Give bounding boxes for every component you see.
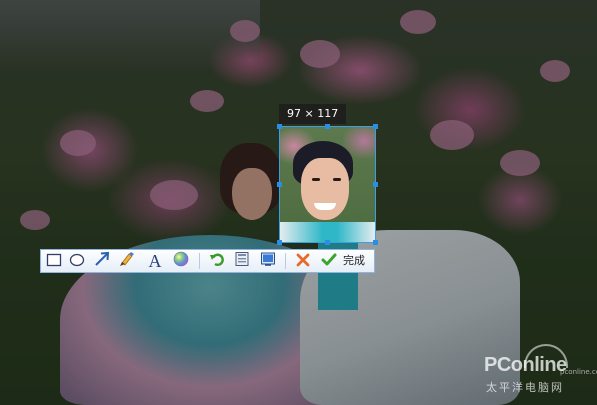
watermark-subtitle: 太平洋电脑网 <box>486 381 564 394</box>
arrow-icon <box>94 251 110 271</box>
copy-to-clipboard-icon <box>260 251 276 271</box>
text-icon: A <box>148 251 162 271</box>
undo-button[interactable] <box>207 252 227 270</box>
color-picker-icon <box>173 251 189 271</box>
color-picker-button[interactable] <box>171 251 191 271</box>
confirm-button[interactable] <box>319 252 339 270</box>
brush-tool-button[interactable] <box>117 252 137 270</box>
resize-handle-top[interactable] <box>325 124 330 129</box>
resize-handle-top-right[interactable] <box>373 124 378 129</box>
resize-handle-bottom-right[interactable] <box>373 240 378 245</box>
copy-to-clipboard-button[interactable] <box>258 252 278 270</box>
capture-toolbar: A 完成 <box>40 249 375 273</box>
pconline-watermark: PConline pconline.com.cn 太平洋电脑网 <box>484 344 597 402</box>
done-button-label[interactable]: 完成 <box>343 253 365 269</box>
save-button[interactable] <box>232 252 252 270</box>
resize-handle-bottom-left[interactable] <box>277 240 282 245</box>
text-tool-button[interactable]: A <box>145 252 165 270</box>
undo-icon <box>209 251 225 271</box>
save-icon <box>234 251 250 271</box>
selection-size-label: 97 × 117 <box>279 104 347 124</box>
resize-handle-right[interactable] <box>373 182 378 187</box>
resize-handle-top-left[interactable] <box>277 124 282 129</box>
cancel-button[interactable] <box>293 252 313 270</box>
resize-handle-left[interactable] <box>277 182 282 187</box>
confirm-icon <box>321 252 337 271</box>
arrow-tool-button[interactable] <box>92 251 112 271</box>
selection-border <box>279 126 376 243</box>
watermark-url: pconline.com.cn <box>560 368 597 376</box>
ellipse-tool-button[interactable] <box>67 252 87 270</box>
ellipse-icon <box>69 252 85 271</box>
rectangle-tool-button[interactable] <box>44 252 64 270</box>
toolbar-separator <box>199 253 200 269</box>
rectangle-icon <box>46 252 62 271</box>
brush-icon <box>118 251 136 271</box>
watermark-brand: PConline <box>484 354 567 376</box>
toolbar-separator <box>285 253 286 269</box>
cancel-icon <box>296 252 310 271</box>
resize-handle-bottom[interactable] <box>325 240 330 245</box>
